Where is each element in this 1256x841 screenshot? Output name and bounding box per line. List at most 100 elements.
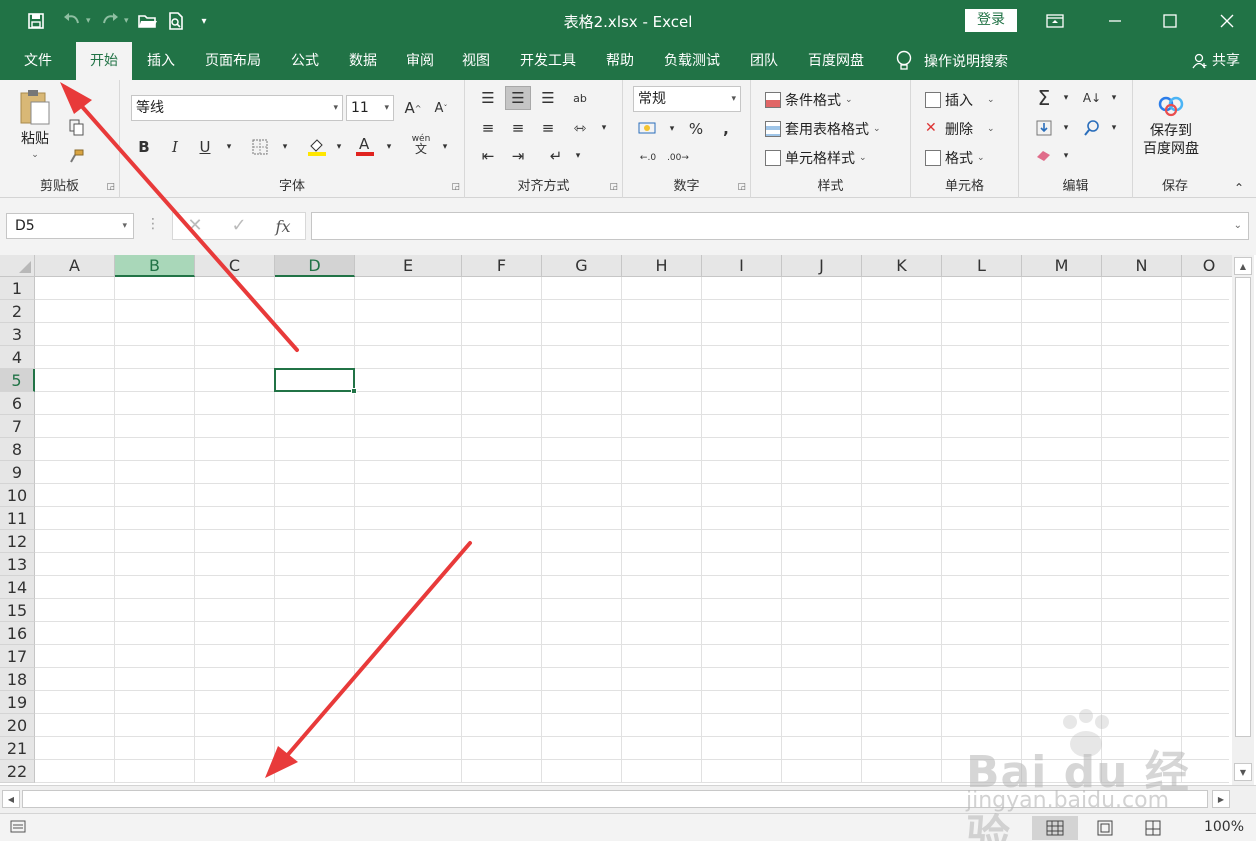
scroll-right-icon[interactable]: ▶ bbox=[1212, 790, 1230, 808]
bold-icon[interactable]: B bbox=[131, 135, 157, 159]
paste-button[interactable]: 粘贴 ⌄ bbox=[18, 88, 52, 160]
row-header-21[interactable]: 21 bbox=[0, 737, 35, 760]
column-header-b[interactable]: B bbox=[115, 255, 195, 277]
increase-indent-icon[interactable]: ⇥ bbox=[505, 144, 531, 168]
align-top-icon[interactable]: ☰ bbox=[475, 86, 501, 110]
column-header-l[interactable]: L bbox=[942, 255, 1022, 277]
sort-filter-dropdown-icon[interactable]: ▾ bbox=[1101, 86, 1127, 110]
row-header-20[interactable]: 20 bbox=[0, 714, 35, 737]
copy-icon[interactable] bbox=[64, 116, 90, 140]
worksheet-grid[interactable]: ABCDEFGHIJKLMNO 1 2 3 4 5 6 7 8 9 10 11 12 13 14 15 16 1… bbox=[0, 255, 1256, 785]
formula-bar-grip-icon[interactable]: ⋮ bbox=[146, 216, 160, 232]
underline-dropdown-icon[interactable]: ▾ bbox=[216, 135, 242, 159]
selected-cell[interactable] bbox=[274, 368, 355, 392]
enter-icon[interactable]: ✓ bbox=[219, 215, 259, 236]
comma-icon[interactable]: , bbox=[713, 117, 739, 141]
select-all-button[interactable] bbox=[0, 255, 35, 277]
number-format-dropdown-icon[interactable]: ▾ bbox=[731, 87, 736, 111]
row-header-10[interactable]: 10 bbox=[0, 484, 35, 507]
collapse-ribbon-icon[interactable]: ⌃ bbox=[1226, 176, 1252, 200]
fill-handle[interactable] bbox=[351, 388, 357, 394]
row-header-12[interactable]: 12 bbox=[0, 530, 35, 553]
format-cells-button[interactable]: 格式 ⌄ bbox=[925, 148, 985, 168]
scroll-up-icon[interactable]: ▲ bbox=[1234, 257, 1252, 275]
expand-formula-icon[interactable]: ⌄ bbox=[1234, 220, 1242, 231]
currency-dropdown-icon[interactable]: ▾ bbox=[659, 117, 685, 141]
font-size-dropdown-icon[interactable]: ▾ bbox=[384, 96, 389, 120]
cell-area[interactable] bbox=[35, 277, 1229, 783]
column-header-o[interactable]: O bbox=[1182, 255, 1237, 277]
redo-dropdown-icon[interactable]: ▾ bbox=[124, 8, 134, 34]
orientation-icon[interactable]: ab bbox=[567, 86, 593, 110]
clipboard-launcher-icon[interactable]: ◲ bbox=[106, 182, 115, 192]
macro-record-icon[interactable] bbox=[10, 819, 28, 839]
scroll-left-icon[interactable]: ◀ bbox=[2, 790, 20, 808]
decrease-font-icon[interactable]: Aˇ bbox=[428, 96, 454, 120]
vertical-scroll-thumb[interactable] bbox=[1235, 277, 1251, 737]
insert-function-icon[interactable]: fx bbox=[263, 217, 303, 236]
row-header-2[interactable]: 2 bbox=[0, 300, 35, 323]
fill-color-dropdown-icon[interactable]: ▾ bbox=[326, 135, 352, 159]
scroll-down-icon[interactable]: ▼ bbox=[1234, 763, 1252, 781]
number-format-select[interactable]: 常规 ▾ bbox=[633, 86, 741, 112]
row-header-4[interactable]: 4 bbox=[0, 346, 35, 369]
delete-cells-button[interactable]: ✕ 删除 ⌄ bbox=[925, 119, 995, 139]
tab-view[interactable]: 视图 bbox=[451, 42, 501, 80]
horizontal-scrollbar[interactable]: ◀ ▶ bbox=[0, 785, 1256, 813]
row-header-1[interactable]: 1 bbox=[0, 277, 35, 300]
phonetic-dropdown-icon[interactable]: ▾ bbox=[432, 135, 458, 159]
tab-formulas[interactable]: 公式 bbox=[280, 42, 330, 80]
row-header-5[interactable]: 5 bbox=[0, 369, 35, 392]
zoom-level[interactable]: 100% bbox=[1204, 819, 1244, 835]
cell-styles-button[interactable]: 单元格样式 ⌄ bbox=[765, 148, 867, 168]
row-header-9[interactable]: 9 bbox=[0, 461, 35, 484]
login-button[interactable]: 登录 bbox=[965, 9, 1017, 32]
column-header-j[interactable]: J bbox=[782, 255, 862, 277]
row-header-6[interactable]: 6 bbox=[0, 392, 35, 415]
merge-center-icon[interactable]: ⇿ bbox=[567, 116, 593, 140]
tab-load-test[interactable]: 负载测试 bbox=[652, 42, 732, 80]
alignment-launcher-icon[interactable]: ◲ bbox=[609, 182, 618, 192]
tab-file[interactable]: 文件 bbox=[8, 42, 68, 80]
column-header-k[interactable]: K bbox=[862, 255, 942, 277]
page-layout-view-icon[interactable] bbox=[1082, 816, 1128, 840]
formula-input[interactable]: ⌄ bbox=[311, 212, 1249, 240]
number-launcher-icon[interactable]: ◲ bbox=[737, 182, 746, 192]
border-dropdown-icon[interactable]: ▾ bbox=[272, 135, 298, 159]
currency-icon[interactable] bbox=[635, 117, 661, 141]
font-name-dropdown-icon[interactable]: ▾ bbox=[333, 96, 338, 120]
help-search[interactable]: 操作说明搜索 bbox=[896, 42, 1008, 80]
increase-decimal-icon[interactable]: ←.0 bbox=[635, 146, 661, 170]
column-header-d[interactable]: D bbox=[275, 255, 355, 277]
fill-dropdown-icon[interactable]: ▾ bbox=[1053, 116, 1079, 140]
underline-icon[interactable]: U bbox=[192, 135, 218, 159]
increase-font-icon[interactable]: A ^ bbox=[400, 96, 426, 120]
horizontal-scroll-thumb[interactable] bbox=[22, 790, 1208, 808]
tab-developer[interactable]: 开发工具 bbox=[508, 42, 588, 80]
row-header-11[interactable]: 11 bbox=[0, 507, 35, 530]
open-folder-icon[interactable] bbox=[134, 8, 162, 34]
row-header-16[interactable]: 16 bbox=[0, 622, 35, 645]
tab-baidu-pan[interactable]: 百度网盘 bbox=[796, 42, 876, 80]
customize-icon[interactable]: ▾ bbox=[190, 8, 218, 34]
insert-cells-dropdown-icon[interactable]: ⌄ bbox=[987, 95, 995, 105]
row-header-8[interactable]: 8 bbox=[0, 438, 35, 461]
ribbon-display-icon[interactable] bbox=[1030, 0, 1080, 42]
format-cells-dropdown-icon[interactable]: ⌄ bbox=[977, 153, 985, 163]
align-middle-icon[interactable]: ☰ bbox=[505, 86, 531, 110]
wrap-dropdown-icon[interactable]: ▾ bbox=[565, 144, 591, 168]
undo-dropdown-icon[interactable]: ▾ bbox=[86, 8, 96, 34]
column-header-c[interactable]: C bbox=[195, 255, 275, 277]
row-header-3[interactable]: 3 bbox=[0, 323, 35, 346]
tab-data[interactable]: 数据 bbox=[338, 42, 388, 80]
column-header-h[interactable]: H bbox=[622, 255, 702, 277]
find-select-dropdown-icon[interactable]: ▾ bbox=[1101, 116, 1127, 140]
font-color-icon[interactable]: A bbox=[352, 134, 378, 158]
font-launcher-icon[interactable]: ◲ bbox=[451, 182, 460, 192]
tab-team[interactable]: 团队 bbox=[740, 42, 788, 80]
tab-home[interactable]: 开始 bbox=[76, 42, 132, 80]
row-header-18[interactable]: 18 bbox=[0, 668, 35, 691]
save-to-baidu-button[interactable]: 保存到 百度网盘 bbox=[1143, 94, 1199, 158]
italic-icon[interactable]: I bbox=[162, 135, 188, 159]
insert-cells-button[interactable]: 插入 ⌄ bbox=[925, 90, 995, 110]
